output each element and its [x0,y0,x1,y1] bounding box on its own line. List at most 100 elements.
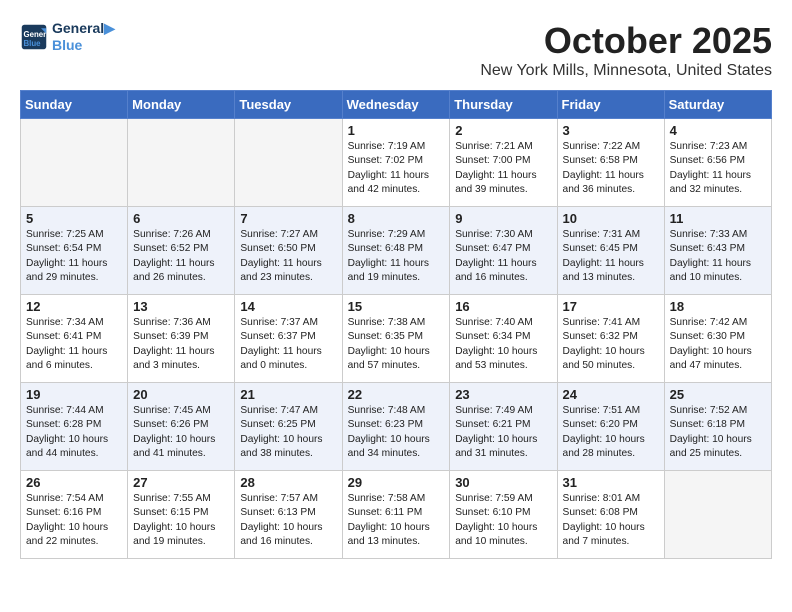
cell-content: Daylight: 11 hours [133,257,229,271]
cell-content: Sunrise: 7:21 AM [455,140,551,154]
calendar-cell: 15Sunrise: 7:38 AMSunset: 6:35 PMDayligh… [342,295,450,383]
calendar-cell: 6 Sunrise: 7:26 AMSunset: 6:52 PMDaylight… [128,207,235,295]
day-number: 5 [26,211,122,226]
col-header-saturday: Saturday [664,91,771,119]
cell-content: and 16 minutes. [240,535,336,549]
calendar-cell: 30Sunrise: 7:59 AMSunset: 6:10 PMDayligh… [450,471,557,559]
day-number: 10 [563,211,659,226]
calendar-cell: 9Sunrise: 7:30 AMSunset: 6:47 PMDaylight… [450,207,557,295]
day-number: 2 [455,123,551,138]
calendar-cell [128,119,235,207]
day-number: 9 [455,211,551,226]
cell-content: Sunset: 6:21 PM [455,418,551,432]
calendar-cell: 1Sunrise: 7:19 AMSunset: 7:02 PMDaylight… [342,119,450,207]
calendar-week-row: 26Sunrise: 7:54 AMSunset: 6:16 PMDayligh… [21,471,772,559]
cell-content: Sunset: 6:43 PM [670,242,766,256]
day-number: 14 [240,299,336,314]
cell-content: Sunrise: 7:22 AM [563,140,659,154]
calendar-cell: 12Sunrise: 7:34 AMSunset: 6:41 PMDayligh… [21,295,128,383]
cell-content: Sunset: 6:30 PM [670,330,766,344]
calendar-cell: 7Sunrise: 7:27 AMSunset: 6:50 PMDaylight… [235,207,342,295]
cell-content: Daylight: 10 hours [563,433,659,447]
cell-content: and 25 minutes. [670,447,766,461]
calendar-week-row: 1Sunrise: 7:19 AMSunset: 7:02 PMDaylight… [21,119,772,207]
logo-text-line1: General▶ [52,20,115,37]
cell-content: Sunset: 6:28 PM [26,418,122,432]
calendar-cell: 14Sunrise: 7:37 AMSunset: 6:37 PMDayligh… [235,295,342,383]
title-block: October 2025 New York Mills, Minnesota, … [480,20,772,80]
cell-content: and 50 minutes. [563,359,659,373]
calendar-cell: 22Sunrise: 7:48 AMSunset: 6:23 PMDayligh… [342,383,450,471]
day-number: 22 [348,387,445,402]
cell-content: Daylight: 10 hours [455,433,551,447]
cell-content: and 42 minutes. [348,183,445,197]
cell-content: Sunrise: 7:25 AM [26,228,122,242]
cell-content: and 19 minutes. [348,271,445,285]
day-number: 4 [670,123,766,138]
day-number: 29 [348,475,445,490]
day-number: 26 [26,475,122,490]
cell-content: Daylight: 10 hours [240,521,336,535]
calendar-cell [21,119,128,207]
day-number: 6 [133,211,229,226]
cell-content: Sunrise: 8:01 AM [563,492,659,506]
cell-content: Daylight: 10 hours [670,345,766,359]
cell-content: Daylight: 10 hours [348,433,445,447]
cell-content: Sunrise: 7:37 AM [240,316,336,330]
cell-content: Daylight: 11 hours [563,257,659,271]
day-number: 12 [26,299,122,314]
cell-content: Daylight: 10 hours [26,433,122,447]
day-number: 15 [348,299,445,314]
cell-content: Sunrise: 7:38 AM [348,316,445,330]
calendar-cell: 21Sunrise: 7:47 AMSunset: 6:25 PMDayligh… [235,383,342,471]
cell-content: Sunrise: 7:26 AM [133,228,229,242]
day-number: 25 [670,387,766,402]
cell-content: and 57 minutes. [348,359,445,373]
cell-content: Sunrise: 7:19 AM [348,140,445,154]
day-number: 31 [563,475,659,490]
day-number: 7 [240,211,336,226]
cell-content: Sunset: 6:39 PM [133,330,229,344]
calendar-cell [664,471,771,559]
day-number: 3 [563,123,659,138]
cell-content: Sunrise: 7:55 AM [133,492,229,506]
cell-content: Daylight: 10 hours [455,345,551,359]
cell-content: Daylight: 10 hours [455,521,551,535]
cell-content: and 28 minutes. [563,447,659,461]
calendar-cell: 18Sunrise: 7:42 AMSunset: 6:30 PMDayligh… [664,295,771,383]
calendar-cell: 20Sunrise: 7:45 AMSunset: 6:26 PMDayligh… [128,383,235,471]
cell-content: Sunset: 6:32 PM [563,330,659,344]
cell-content: and 22 minutes. [26,535,122,549]
day-number: 28 [240,475,336,490]
cell-content: Sunset: 6:47 PM [455,242,551,256]
calendar-cell: 26Sunrise: 7:54 AMSunset: 6:16 PMDayligh… [21,471,128,559]
cell-content: and 16 minutes. [455,271,551,285]
cell-content: Daylight: 11 hours [455,169,551,183]
cell-content: Sunset: 6:52 PM [133,242,229,256]
cell-content: and 13 minutes. [348,535,445,549]
cell-content: Sunset: 6:56 PM [670,154,766,168]
calendar-cell: 11Sunrise: 7:33 AMSunset: 6:43 PMDayligh… [664,207,771,295]
cell-content: Sunrise: 7:30 AM [455,228,551,242]
cell-content: and 53 minutes. [455,359,551,373]
cell-content: and 34 minutes. [348,447,445,461]
calendar-cell: 27Sunrise: 7:55 AMSunset: 6:15 PMDayligh… [128,471,235,559]
cell-content: Sunrise: 7:44 AM [26,404,122,418]
cell-content: Sunrise: 7:27 AM [240,228,336,242]
calendar-cell: 13Sunrise: 7:36 AMSunset: 6:39 PMDayligh… [128,295,235,383]
day-number: 24 [563,387,659,402]
calendar-header-row: SundayMondayTuesdayWednesdayThursdayFrid… [21,91,772,119]
cell-content: Sunrise: 7:59 AM [455,492,551,506]
cell-content: and 26 minutes. [133,271,229,285]
col-header-sunday: Sunday [21,91,128,119]
cell-content: and 39 minutes. [455,183,551,197]
cell-content: Sunrise: 7:57 AM [240,492,336,506]
logo-text-line2: Blue [52,37,115,53]
cell-content: Sunrise: 7:58 AM [348,492,445,506]
day-number: 20 [133,387,229,402]
calendar-cell: 2Sunrise: 7:21 AMSunset: 7:00 PMDaylight… [450,119,557,207]
svg-text:Blue: Blue [24,38,42,47]
calendar-cell: 28Sunrise: 7:57 AMSunset: 6:13 PMDayligh… [235,471,342,559]
col-header-wednesday: Wednesday [342,91,450,119]
calendar-cell: 23Sunrise: 7:49 AMSunset: 6:21 PMDayligh… [450,383,557,471]
